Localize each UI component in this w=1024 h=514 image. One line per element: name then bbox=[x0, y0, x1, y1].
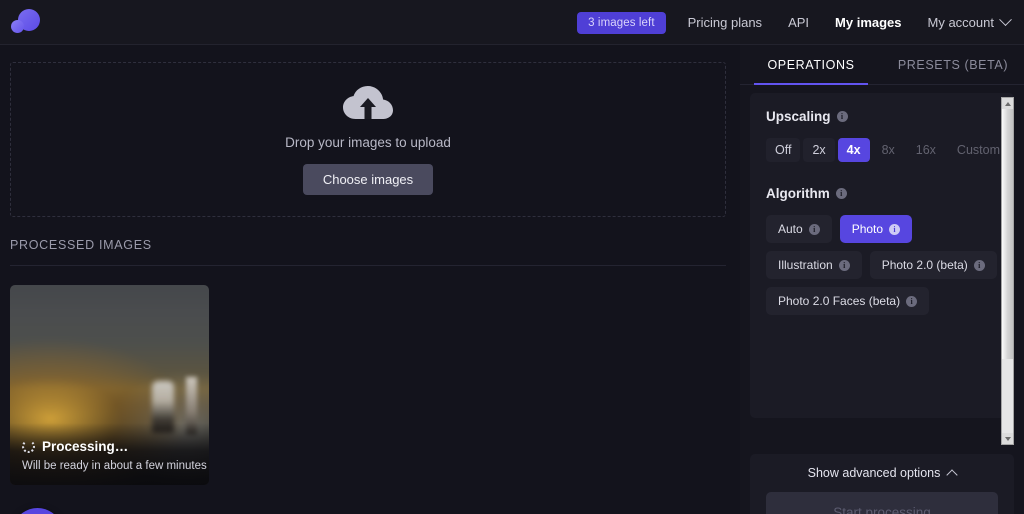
nav-link-api[interactable]: API bbox=[788, 15, 809, 30]
scroll-up-arrow-icon[interactable] bbox=[1002, 98, 1013, 109]
scroll-down-arrow-icon[interactable] bbox=[1002, 433, 1013, 444]
operations-panel: OPERATIONS PRESETS (BETA) Upscaling i Of… bbox=[740, 45, 1024, 514]
algorithm-section-label: Algorithm i bbox=[766, 186, 998, 201]
processed-image-card[interactable]: Processing… Will be ready in about a few… bbox=[10, 285, 209, 485]
info-icon[interactable]: i bbox=[906, 295, 918, 307]
upscaling-label-text: Upscaling bbox=[766, 109, 831, 124]
algorithm-illustration-label: Illustration bbox=[778, 258, 833, 272]
processing-status-row: Processing… bbox=[22, 439, 128, 454]
upscale-option-off[interactable]: Off bbox=[766, 138, 801, 162]
dropzone-text: Drop your images to upload bbox=[285, 134, 451, 150]
nav-link-pricing-plans[interactable]: Pricing plans bbox=[688, 15, 762, 30]
operations-card: Upscaling i Off 2x 4x 8x 16x Custom Algo… bbox=[750, 93, 1014, 418]
logo-circle-small bbox=[11, 20, 24, 33]
my-account-label: My account bbox=[927, 15, 994, 30]
main-content: Drop your images to upload Choose images… bbox=[0, 45, 740, 514]
chevron-down-icon bbox=[999, 13, 1012, 27]
algorithm-label-text: Algorithm bbox=[766, 186, 830, 201]
info-icon[interactable]: i bbox=[973, 259, 985, 271]
algorithm-option-photo-2[interactable]: Photo 2.0 (beta) i bbox=[869, 251, 997, 279]
algorithm-row-2: Illustration i Photo 2.0 (beta) i bbox=[766, 251, 998, 279]
tab-operations[interactable]: OPERATIONS bbox=[740, 45, 882, 85]
spinner-icon bbox=[22, 440, 35, 453]
credits-badge[interactable]: 3 images left bbox=[577, 11, 666, 34]
upscale-option-custom[interactable]: Custom bbox=[948, 138, 1009, 162]
processing-status-title: Processing… bbox=[42, 439, 129, 454]
start-processing-button[interactable]: Start processing bbox=[766, 492, 998, 514]
scrollbar-thumb[interactable] bbox=[1002, 109, 1013, 359]
upscaling-options-row: Off 2x 4x 8x 16x Custom bbox=[766, 138, 1000, 162]
info-icon[interactable]: i bbox=[836, 111, 848, 122]
chat-bubble-icon[interactable] bbox=[12, 508, 63, 514]
processing-status-subtitle: Will be ready in about a few minutes bbox=[22, 460, 207, 472]
processed-images-heading: PROCESSED IMAGES bbox=[10, 238, 152, 252]
algorithm-row-1: Auto i Photo i bbox=[766, 215, 998, 243]
info-icon[interactable]: i bbox=[808, 223, 820, 235]
logo-icon[interactable] bbox=[8, 6, 42, 40]
upscale-option-2x[interactable]: 2x bbox=[803, 138, 835, 162]
upscale-option-4x[interactable]: 4x bbox=[837, 138, 870, 162]
info-icon[interactable]: i bbox=[835, 188, 847, 199]
algorithm-option-photo[interactable]: Photo i bbox=[839, 215, 913, 243]
info-icon[interactable]: i bbox=[838, 259, 850, 271]
panel-scrollbar[interactable] bbox=[1001, 97, 1014, 445]
algorithm-option-illustration[interactable]: Illustration i bbox=[766, 251, 862, 279]
info-icon[interactable]: i bbox=[889, 223, 901, 235]
upscaling-section-label: Upscaling i bbox=[766, 109, 998, 124]
algorithm-auto-label: Auto bbox=[778, 222, 803, 236]
upload-dropzone[interactable]: Drop your images to upload Choose images bbox=[10, 62, 726, 217]
upscale-option-8x[interactable]: 8x bbox=[873, 138, 904, 162]
show-advanced-options-toggle[interactable]: Show advanced options bbox=[750, 454, 1014, 492]
choose-images-button[interactable]: Choose images bbox=[302, 163, 434, 195]
algorithm-option-photo-2-faces[interactable]: Photo 2.0 Faces (beta) i bbox=[766, 287, 930, 315]
nav-links-group: 3 images left Pricing plans API My image… bbox=[577, 0, 1012, 45]
cloud-upload-icon bbox=[342, 85, 394, 123]
algorithm-photo-label: Photo bbox=[851, 222, 884, 236]
upscale-option-16x[interactable]: 16x bbox=[907, 138, 945, 162]
nav-link-my-images[interactable]: My images bbox=[835, 15, 901, 30]
advanced-options-card: Show advanced options Start processing bbox=[750, 454, 1014, 514]
thumbnail-overlay bbox=[10, 423, 209, 485]
tab-presets[interactable]: PRESETS (BETA) bbox=[882, 45, 1024, 84]
panel-tabs: OPERATIONS PRESETS (BETA) bbox=[740, 45, 1024, 85]
algorithm-option-auto[interactable]: Auto i bbox=[766, 215, 832, 243]
section-divider bbox=[10, 265, 726, 266]
top-navigation-bar: 3 images left Pricing plans API My image… bbox=[0, 0, 1024, 45]
algorithm-photo-2-label: Photo 2.0 (beta) bbox=[881, 258, 968, 272]
algorithm-row-3: Photo 2.0 Faces (beta) i bbox=[766, 287, 998, 315]
app-root: 3 images left Pricing plans API My image… bbox=[0, 0, 1024, 514]
chevron-up-icon bbox=[946, 469, 959, 481]
nav-link-my-account[interactable]: My account bbox=[927, 13, 1012, 30]
show-advanced-options-label: Show advanced options bbox=[807, 466, 941, 480]
algorithm-photo-2-faces-label: Photo 2.0 Faces (beta) bbox=[778, 294, 901, 308]
